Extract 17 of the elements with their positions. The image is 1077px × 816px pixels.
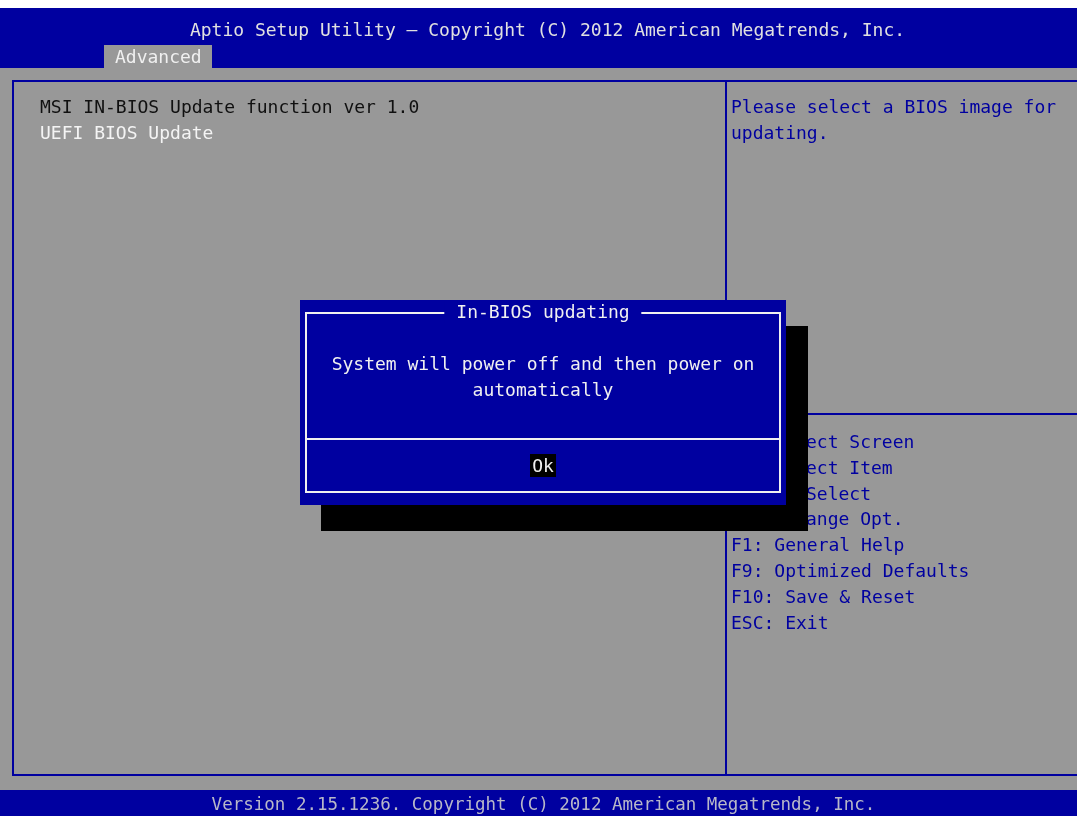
- key-hint: F9: Optimized Defaults: [731, 559, 970, 583]
- dialog-title: In-BIOS updating: [444, 301, 642, 323]
- tab[interactable]: Advanced: [104, 45, 212, 68]
- help-text: Please select a BIOS image for updating.: [731, 96, 1057, 143]
- key-hint: ESC: Exit: [731, 610, 829, 635]
- window-title: Aptio Setup Utility – Copyright (C) 2012 American Megatrends, Inc.: [189, 20, 906, 40]
- key-hint: ect Screen: [806, 430, 915, 454]
- key-hint: ect Item: [806, 455, 893, 480]
- key-hint: ange Opt.: [806, 507, 904, 532]
- key-hint: F1: General Help: [731, 533, 905, 558]
- key-hint: Select: [806, 481, 872, 506]
- dialog-message: System will power off and then power on automatically: [331, 353, 755, 400]
- version-text: Version 2.15.1236. Copyright (C) 2012 American Megatrends, Inc.: [211, 793, 876, 816]
- info-text: MSI IN-BIOS Update function ver 1.0: [40, 95, 421, 119]
- menu-item[interactable]: UEFI BIOS Update: [40, 120, 725, 146]
- key-hint: F10: Save & Reset: [731, 584, 916, 609]
- ok-button[interactable]: Ok: [530, 454, 556, 477]
